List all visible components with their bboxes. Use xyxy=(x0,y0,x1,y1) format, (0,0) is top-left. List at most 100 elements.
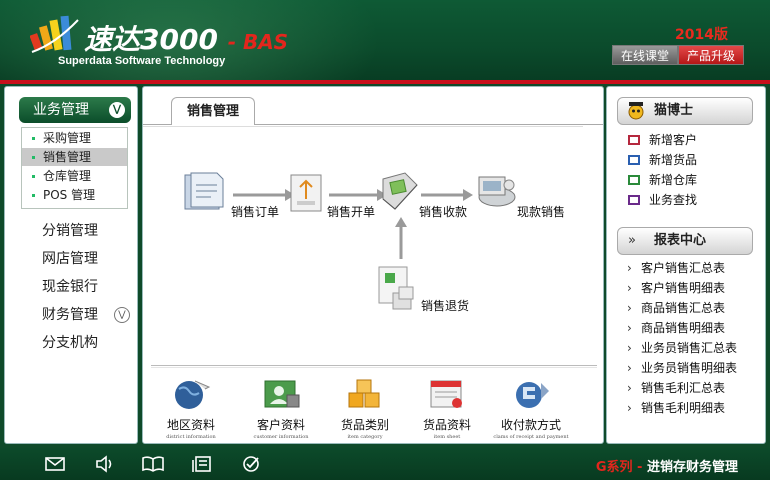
report-label: 客户销售汇总表 xyxy=(641,261,726,275)
flow-label-sales-invoice[interactable]: 销售开单 xyxy=(327,203,375,220)
quick-label: 货品资料 xyxy=(422,418,471,432)
brand-series: G系列 xyxy=(595,460,633,475)
submenu-item-pos[interactable]: POS 管理 xyxy=(22,186,127,204)
nav-list: 分销管理 网店管理 现金银行 财务管理 ⋁ 分支机构 xyxy=(42,217,132,357)
quick-label: 客户资料 xyxy=(256,418,305,432)
submenu-item-sales[interactable]: 销售管理 xyxy=(22,148,127,166)
nav-item-cash-bank[interactable]: 现金银行 xyxy=(42,273,132,301)
flow-label-sales-order[interactable]: 销售订单 xyxy=(231,203,279,220)
online-class-button[interactable]: 在线课堂 xyxy=(611,45,678,65)
add-customer-icon xyxy=(628,135,640,145)
business-search-link[interactable]: 业务查找 xyxy=(627,191,697,209)
business-search-icon xyxy=(628,195,640,205)
add-customer-link[interactable]: 新增客户 xyxy=(627,131,697,149)
report-link[interactable]: › 商品销售汇总表 xyxy=(627,299,725,317)
report-center-header[interactable]: » 报表中心 xyxy=(617,227,753,255)
add-warehouse-label: 新增仓库 xyxy=(649,173,698,187)
quick-label-en: item sheet xyxy=(433,434,461,440)
add-customer-label: 新增客户 xyxy=(649,133,698,147)
add-item-icon xyxy=(628,155,640,165)
speaker-icon[interactable] xyxy=(95,455,115,473)
quick-customer-info[interactable]: 客户资料 customer information xyxy=(241,377,321,440)
quick-label-en: item category xyxy=(347,434,383,440)
cat-icon xyxy=(628,102,644,120)
nav-item-branches[interactable]: 分支机构 xyxy=(42,329,132,357)
payment-icon xyxy=(516,382,549,408)
report-label: 客户销售明细表 xyxy=(641,281,726,295)
submenu-label: 销售管理 xyxy=(43,150,92,164)
report-label: 业务员销售明细表 xyxy=(641,361,738,375)
center-panel: 销售管理 销售订单 销售开单 销售收款 现款销售 销售退货 地区资料 distr… xyxy=(142,86,604,444)
chevron-right-icon: › xyxy=(627,261,632,275)
flow-label-sales-receipt[interactable]: 销售收款 xyxy=(419,203,467,220)
app-header: 速达3000 - BAS Superdata Software Technolo… xyxy=(0,0,770,84)
chevron-right-icon: › xyxy=(627,401,632,415)
chevron-down-icon: ⋁ xyxy=(109,102,125,118)
nav-head-business[interactable]: 业务管理 ⋁ xyxy=(19,97,131,123)
report-label: 销售毛利明细表 xyxy=(641,401,726,415)
quick-label: 地区资料 xyxy=(166,418,215,432)
report-link[interactable]: › 客户销售汇总表 xyxy=(627,259,725,277)
quick-label-en: district information xyxy=(166,434,216,440)
check-icon[interactable] xyxy=(242,455,262,473)
dr-cat-header: 猫博士 xyxy=(617,97,753,125)
mail-icon[interactable] xyxy=(45,455,65,473)
report-link[interactable]: › 业务员销售汇总表 xyxy=(627,339,737,357)
report-label: 销售毛利汇总表 xyxy=(641,381,726,395)
quick-payment-methods[interactable]: 收付款方式 clams of receipt and payment xyxy=(491,377,571,440)
quick-label-en: customer information xyxy=(253,434,309,440)
chevron-right-icon: › xyxy=(627,381,632,395)
quick-label: 收付款方式 xyxy=(500,418,561,432)
add-warehouse-link[interactable]: 新增仓库 xyxy=(627,171,697,189)
submenu-label: POS 管理 xyxy=(43,188,96,202)
cash-sales-icon[interactable] xyxy=(471,171,519,211)
footer-bar: G系列 - 进销存财务管理 xyxy=(0,448,770,480)
add-warehouse-icon xyxy=(628,175,640,185)
add-item-link[interactable]: 新增货品 xyxy=(627,151,697,169)
brand-dash: - xyxy=(632,460,647,475)
nav-item-distribution[interactable]: 分销管理 xyxy=(42,217,132,245)
report-link[interactable]: › 客户销售明细表 xyxy=(627,279,725,297)
chevron-right-icon: › xyxy=(627,361,632,375)
report-link[interactable]: › 商品销售明细表 xyxy=(627,319,725,337)
logo-icon xyxy=(30,15,79,53)
quick-district-info[interactable]: 地区资料 district information xyxy=(151,377,231,440)
chevron-right-icon: › xyxy=(627,341,632,355)
report-link[interactable]: › 销售毛利明细表 xyxy=(627,399,725,417)
divider xyxy=(151,365,597,366)
list-icon[interactable] xyxy=(192,455,212,473)
book-icon[interactable] xyxy=(142,455,164,473)
report-link[interactable]: › 销售毛利汇总表 xyxy=(627,379,725,397)
flow-label-sales-return[interactable]: 销售退货 xyxy=(421,297,469,314)
quick-item-sheet[interactable]: 货品资料 item sheet xyxy=(407,377,487,440)
report-link[interactable]: › 业务员销售明细表 xyxy=(627,359,737,377)
report-label: 商品销售汇总表 xyxy=(641,301,726,315)
chevron-right-icon: › xyxy=(627,321,632,335)
flow-label-cash-sales[interactable]: 现款销售 xyxy=(517,203,565,220)
sales-return-icon[interactable] xyxy=(375,265,417,313)
bullet-icon xyxy=(32,137,35,140)
nav-item-online-store[interactable]: 网店管理 xyxy=(42,245,132,273)
sales-receipt-icon[interactable] xyxy=(377,169,421,215)
section1-title: 猫博士 xyxy=(654,103,694,118)
chevron-down-icon: ⋁ xyxy=(114,307,130,323)
item-sheet-icon xyxy=(430,380,462,408)
flow-arrows xyxy=(233,189,473,259)
globe-icon xyxy=(175,380,211,409)
quick-label: 货品类别 xyxy=(340,418,389,432)
quick-item-category[interactable]: 货品类别 item category xyxy=(325,377,405,440)
quick-label-en: clams of receipt and payment xyxy=(493,434,569,440)
product-upgrade-button[interactable]: 产品升级 xyxy=(677,45,744,65)
nav-item-finance[interactable]: 财务管理 ⋁ xyxy=(42,301,132,329)
version-label: 2014版 xyxy=(675,27,728,43)
footer-brand: G系列 - 进销存财务管理 xyxy=(596,456,738,475)
section2-title: 报表中心 xyxy=(654,233,707,248)
submenu-item-warehouse[interactable]: 仓库管理 xyxy=(22,167,127,185)
app-edition: - BAS xyxy=(227,30,289,54)
submenu-item-purchase[interactable]: 采购管理 xyxy=(22,129,127,147)
double-chevron-icon: » xyxy=(628,233,636,248)
sales-invoice-icon[interactable] xyxy=(287,173,327,215)
right-panel: 猫博士 新增客户 新增货品 新增仓库 业务查找 » 报表中心 › 客户销售汇总表 … xyxy=(606,86,766,444)
report-label: 商品销售明细表 xyxy=(641,321,726,335)
sales-order-icon[interactable] xyxy=(181,171,227,211)
